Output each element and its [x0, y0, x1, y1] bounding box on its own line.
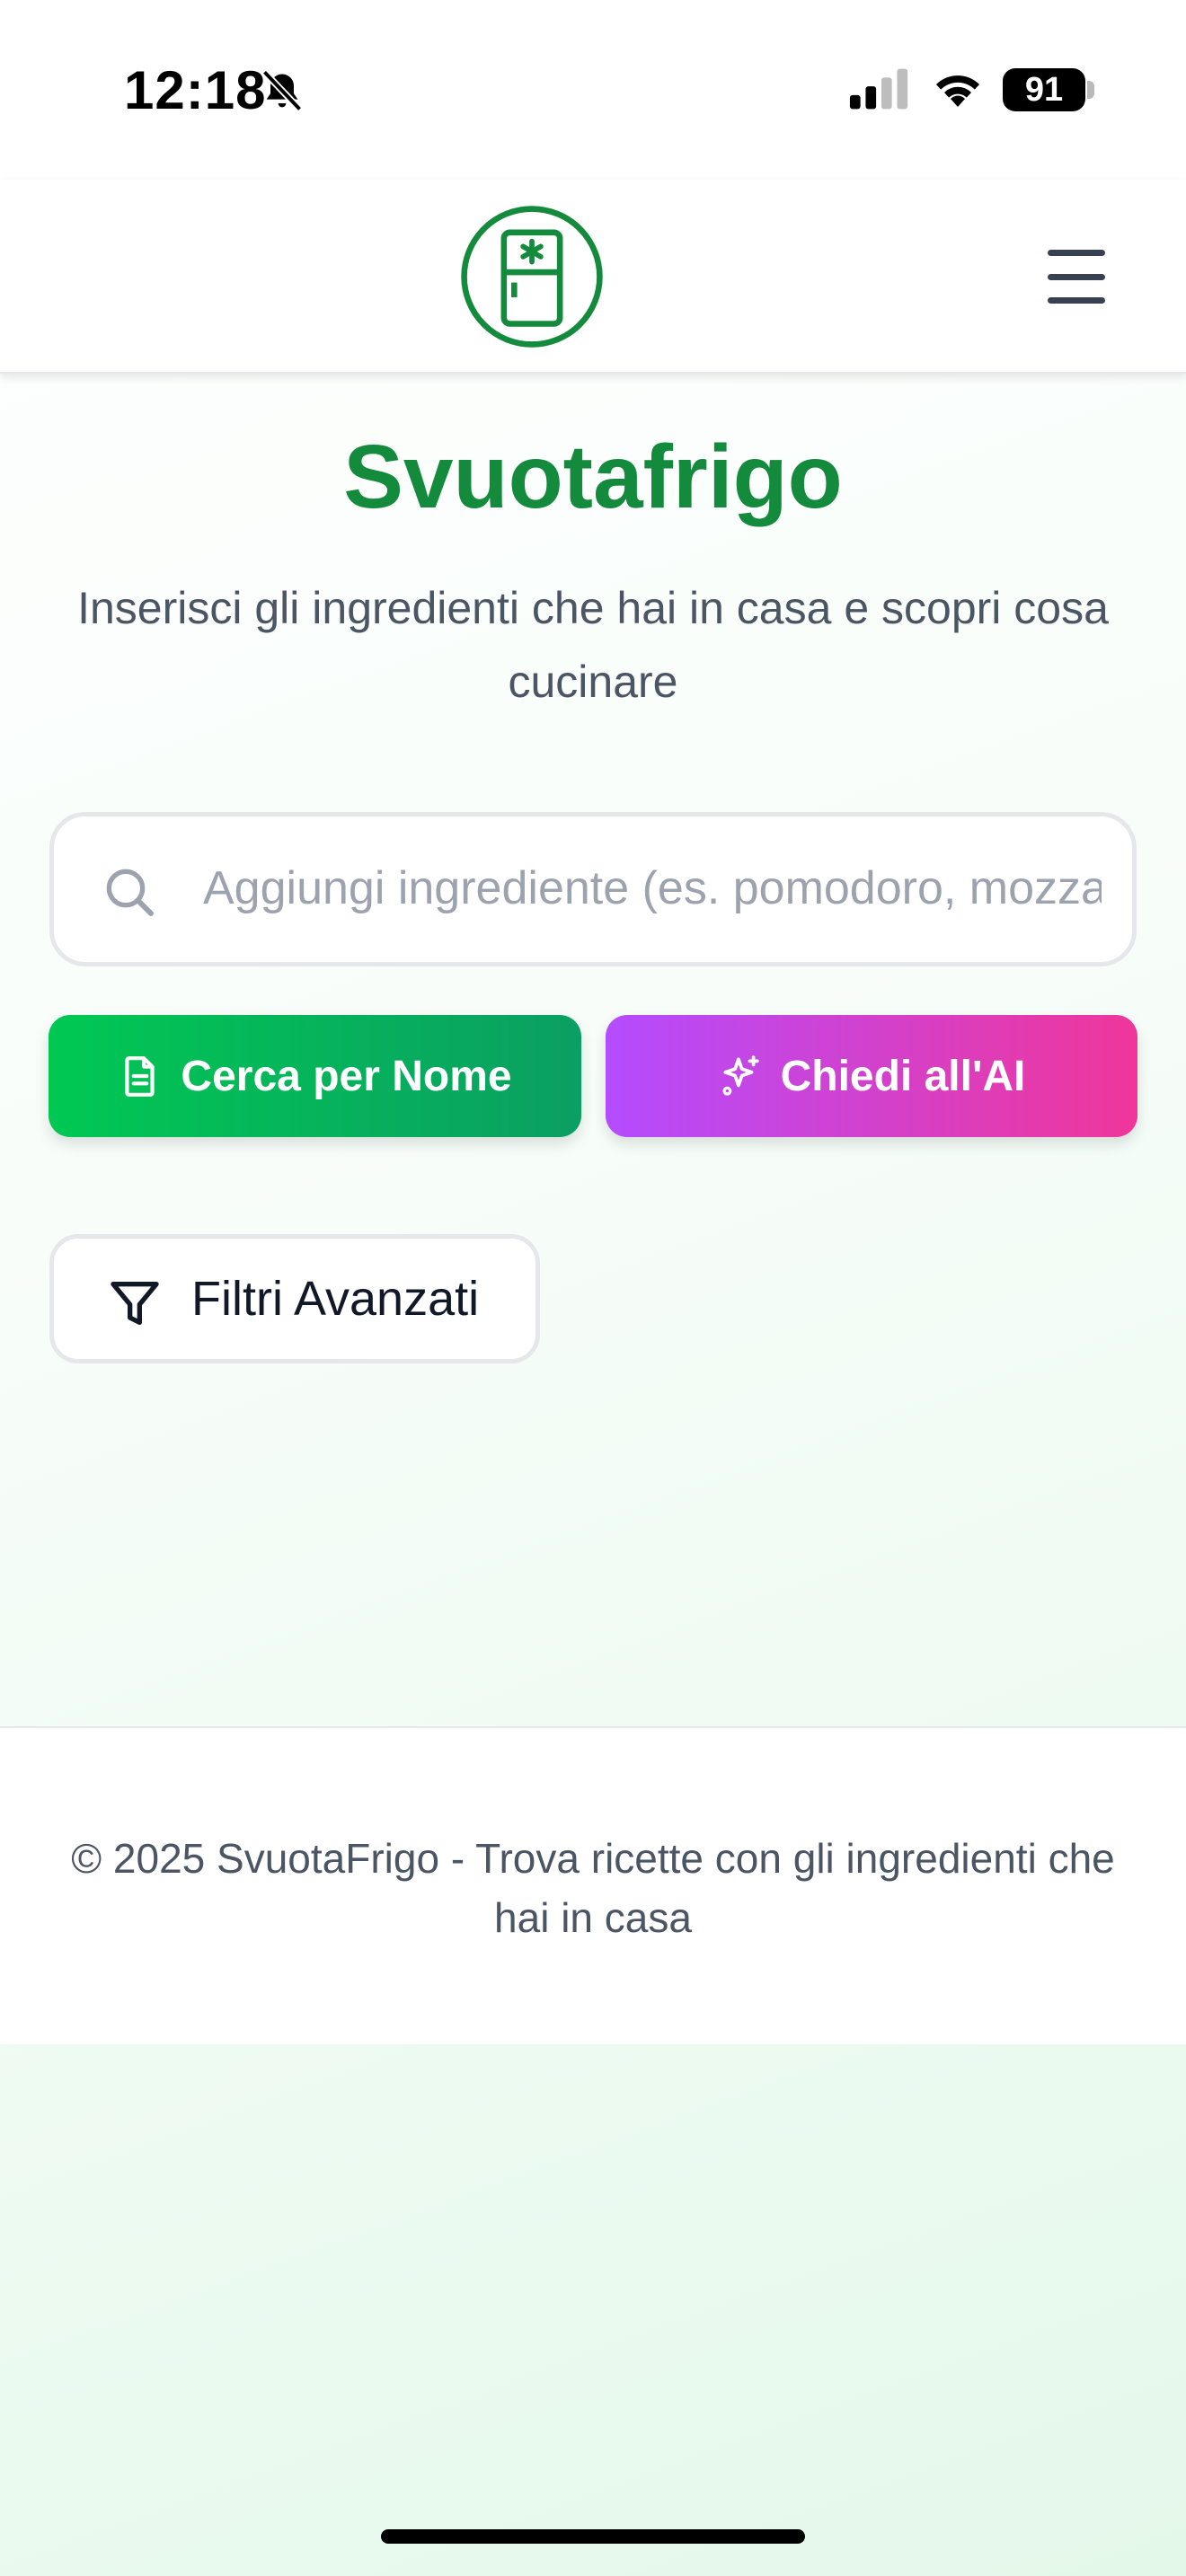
search-box[interactable] — [49, 812, 1137, 966]
bell-slash-icon — [261, 69, 303, 112]
search-by-name-label: Cerca per Nome — [181, 1052, 512, 1100]
signal-icon — [849, 68, 908, 110]
page-title: Svuotafrigo — [343, 427, 843, 527]
wifi-icon — [936, 75, 979, 107]
menu-line — [1048, 273, 1105, 280]
filter-icon — [111, 1282, 159, 1325]
hamburger-menu-icon[interactable] — [1042, 243, 1111, 311]
advanced-filters-button[interactable]: Filtri Avanzati — [49, 1234, 540, 1363]
footer: © 2025 SvuotaFrigo - Trova ricette con g… — [0, 1726, 1186, 2044]
status-time: 12:18 — [124, 60, 267, 120]
battery-icon: 91 — [1003, 68, 1085, 111]
search-by-name-button[interactable]: Cerca per Nome — [49, 1015, 581, 1137]
app-header — [0, 180, 1186, 374]
ask-ai-label: Chiedi all'AI — [780, 1052, 1026, 1100]
search-icon — [106, 869, 154, 916]
ask-ai-button[interactable]: Chiedi all'AI — [606, 1015, 1137, 1137]
footer-copyright: © 2025 SvuotaFrigo - Trova ricette con g… — [71, 1835, 1115, 1941]
sparkles-icon — [722, 1055, 759, 1096]
menu-line — [1048, 297, 1105, 304]
advanced-filters-label: Filtri Avanzati — [191, 1272, 480, 1326]
page-subtitle: Inserisci gli ingredienti che hai in cas… — [77, 583, 1109, 707]
ingredient-search-input[interactable] — [203, 843, 1102, 933]
status-bar: 12:18 91 — [0, 0, 1186, 180]
menu-line — [1048, 250, 1105, 256]
battery-level: 91 — [1024, 70, 1064, 109]
fridge-icon[interactable] — [458, 203, 606, 350]
battery-cap — [1087, 81, 1094, 99]
document-icon — [125, 1056, 155, 1097]
home-indicator[interactable] — [381, 2529, 805, 2544]
